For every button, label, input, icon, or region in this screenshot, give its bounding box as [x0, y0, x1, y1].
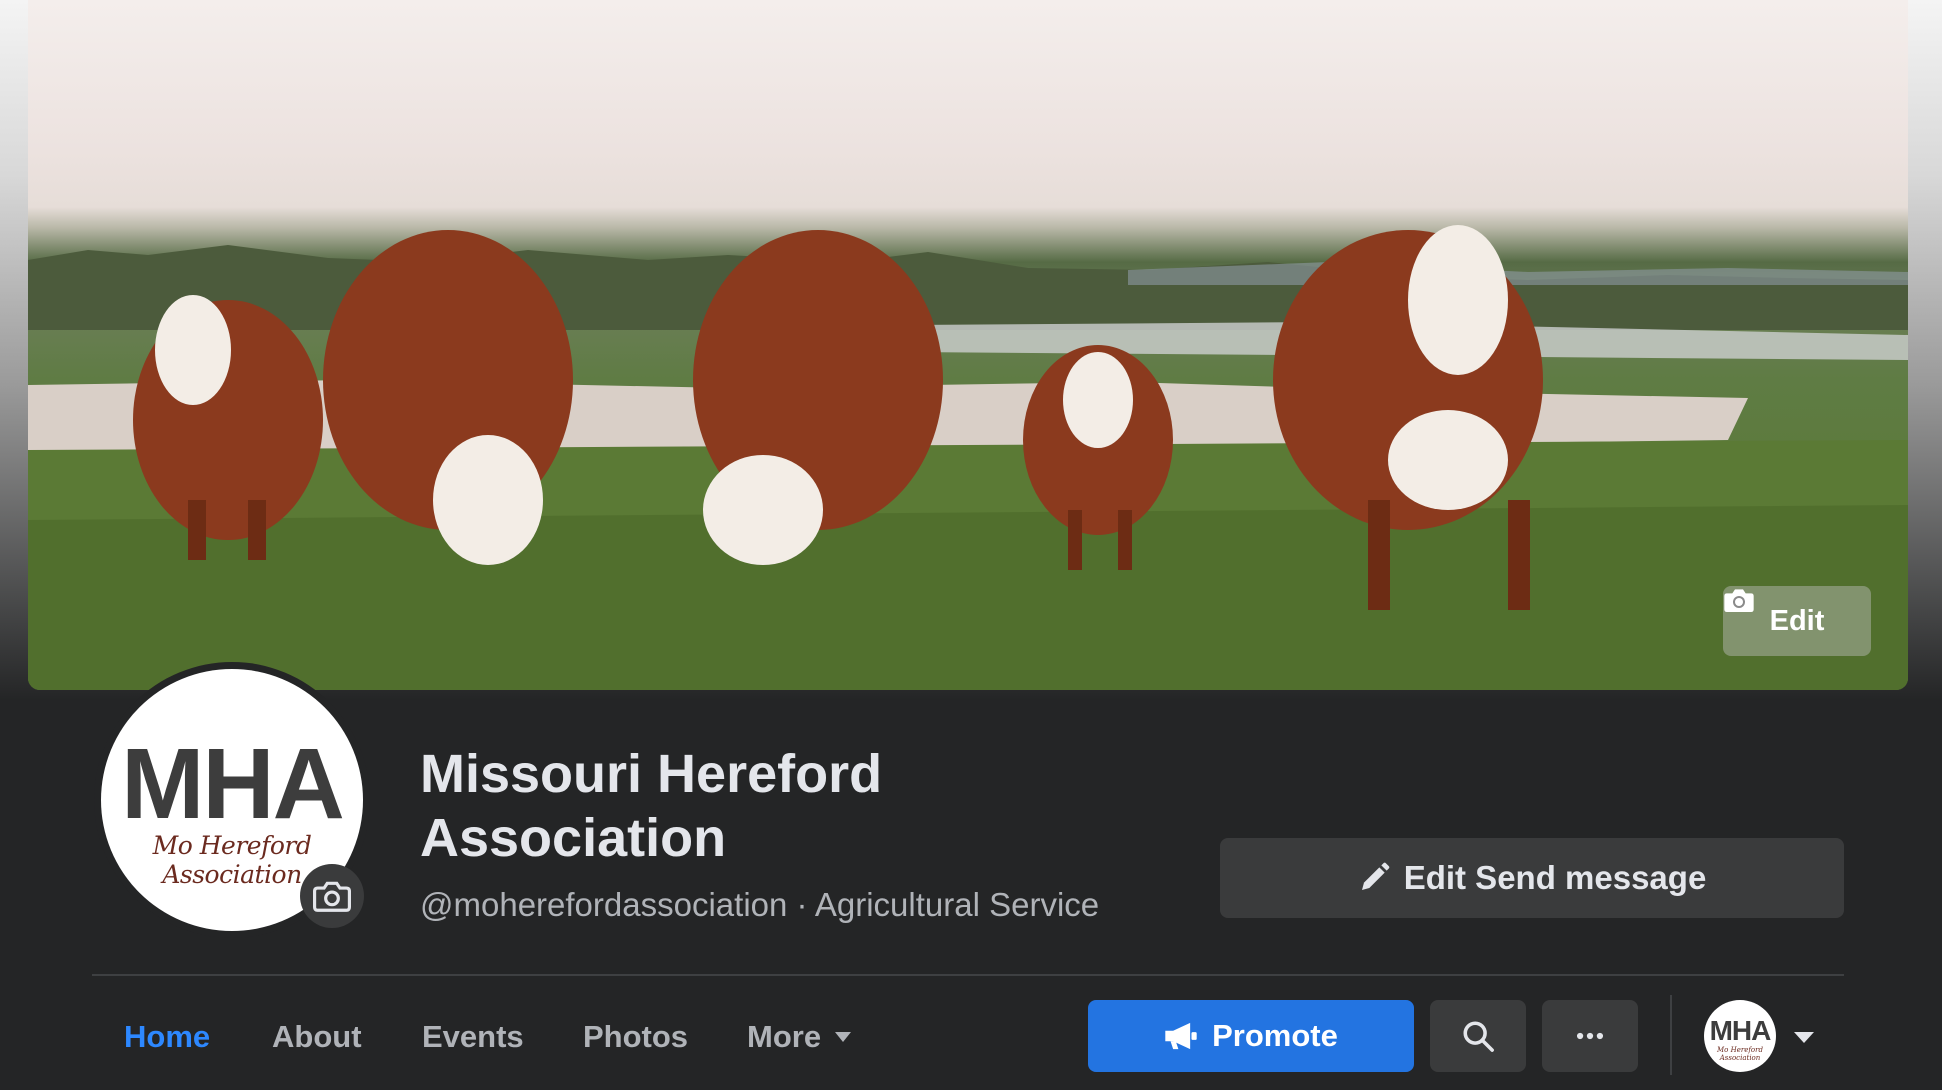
camera-icon — [313, 881, 351, 912]
more-options-button[interactable] — [1542, 1000, 1638, 1072]
pencil-icon — [1361, 862, 1390, 890]
account-script: Mo Hereford Association — [1717, 1046, 1763, 1062]
edit-cover-button[interactable]: Edit — [1723, 586, 1871, 656]
tab-events-label: Events — [422, 1019, 524, 1054]
avatar-initials: MHA — [121, 728, 345, 840]
tab-about[interactable]: About — [272, 1016, 362, 1058]
tab-home[interactable]: Home — [124, 1016, 210, 1058]
search-icon — [1463, 1021, 1494, 1052]
tab-more-label: More — [747, 1019, 822, 1054]
camera-icon — [1724, 589, 1754, 612]
ellipsis-icon — [1576, 1032, 1604, 1040]
toolbar-separator — [1670, 995, 1672, 1075]
edit-send-message-button[interactable]: Edit Send message — [1220, 838, 1844, 918]
cover-illustration — [28, 225, 1908, 690]
page-title: Missouri Hereford Association — [420, 744, 883, 868]
account-initials: MHA — [1709, 1015, 1772, 1046]
edit-avatar-button[interactable] — [300, 864, 364, 928]
page: Edit MHA Mo Hereford Association Missour… — [0, 0, 1942, 1090]
tab-home-label: Home — [124, 1019, 211, 1054]
cover-photo[interactable]: Edit — [28, 0, 1908, 690]
tab-photos[interactable]: Photos — [583, 1016, 688, 1058]
account-switcher-avatar[interactable]: MHA Mo Hereford Association — [1704, 1000, 1776, 1072]
edit-send-label: Edit Send message — [1403, 859, 1707, 896]
caret-down-icon — [835, 1032, 852, 1042]
divider — [92, 974, 1844, 976]
tab-photos-label: Photos — [583, 1019, 689, 1054]
tab-events[interactable]: Events — [422, 1016, 524, 1058]
edit-cover-label: Edit — [1769, 604, 1825, 637]
promote-button[interactable]: Promote — [1088, 1000, 1414, 1072]
account-caret-down-icon[interactable] — [1794, 1032, 1814, 1043]
promote-label: Promote — [1212, 1018, 1338, 1053]
page-meta: @moherefordassociation · Agricultural Se… — [420, 886, 1100, 923]
tab-more[interactable]: More — [747, 1016, 852, 1058]
tab-about-label: About — [272, 1019, 362, 1054]
search-button[interactable] — [1430, 1000, 1526, 1072]
megaphone-icon — [1165, 1022, 1197, 1050]
